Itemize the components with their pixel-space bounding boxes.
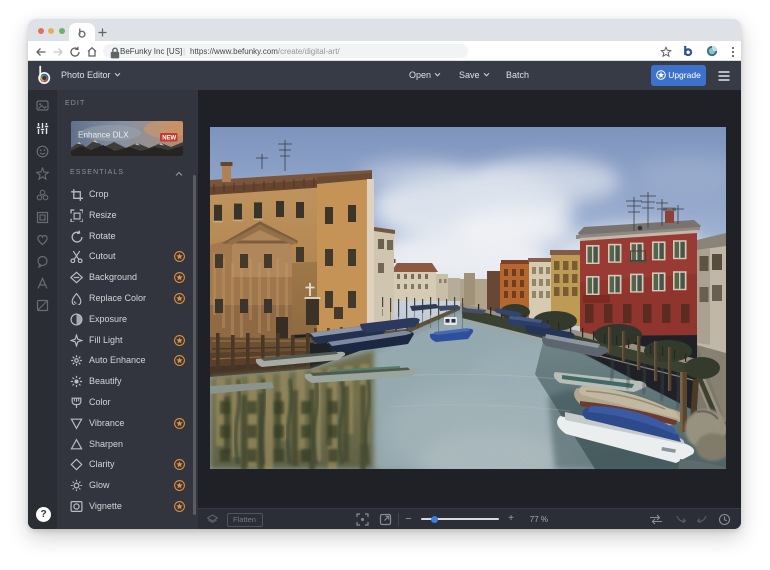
svg-text:Enhance DLX: Enhance DLX [78,131,129,140]
svg-text:NEW: NEW [162,136,176,142]
